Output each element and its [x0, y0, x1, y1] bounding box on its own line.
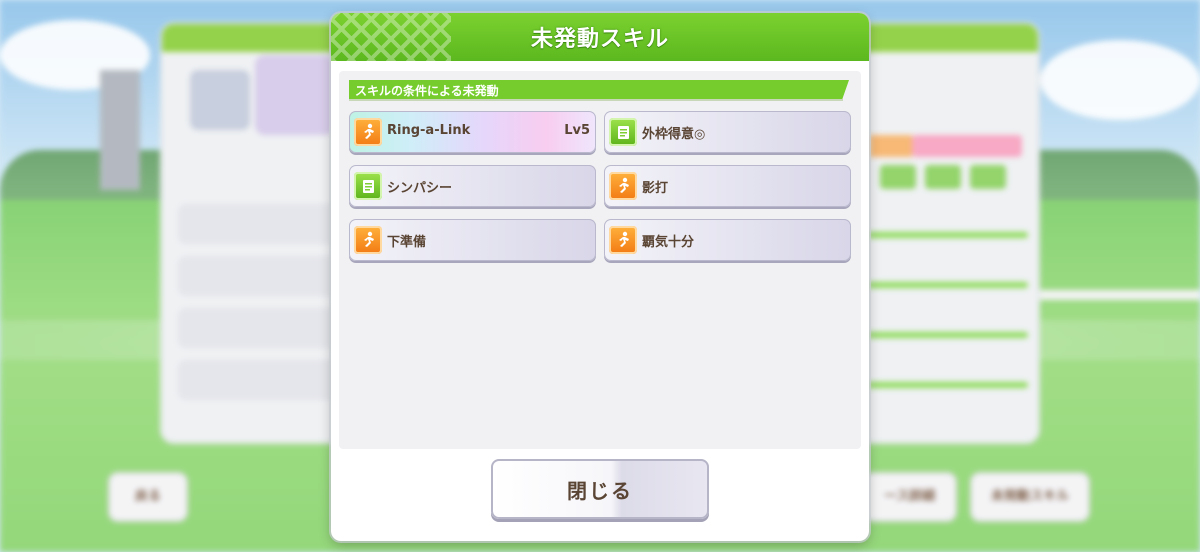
skill-ring-a-link[interactable]: Ring-a-Link Lv5	[349, 111, 596, 153]
skill-name: 覇気十分	[642, 235, 695, 250]
header-diamond-pattern	[331, 13, 451, 61]
close-button-label: 閉じる	[567, 478, 633, 503]
skill-name: 下準備	[387, 235, 427, 250]
dialog-title: 未発動スキル	[530, 27, 669, 52]
skill-name: 影打	[642, 181, 669, 196]
running-icon	[354, 226, 382, 254]
skill-full-spirit[interactable]: 覇気十分	[604, 219, 851, 261]
skill-name: 外枠得意◎	[642, 127, 706, 142]
skill-list-area: スキルの条件による未発動 Ring-a-Link Lv5 外枠得意◎ シンパシー	[339, 71, 861, 449]
skill-preparation[interactable]: 下準備	[349, 219, 596, 261]
section-divider	[349, 99, 843, 101]
running-icon	[609, 226, 637, 254]
unactivated-skills-dialog: 未発動スキル スキルの条件による未発動 Ring-a-Link Lv5 外枠得意…	[331, 13, 869, 541]
running-icon	[354, 118, 382, 146]
running-icon	[609, 172, 637, 200]
skill-name: シンパシー	[387, 181, 453, 196]
section-label: スキルの条件による未発動	[355, 84, 499, 98]
skill-outer-frame-good[interactable]: 外枠得意◎	[604, 111, 851, 153]
skill-name: Ring-a-Link	[387, 123, 471, 138]
skill-sympathy[interactable]: シンパシー	[349, 165, 596, 207]
skill-kageuchi[interactable]: 影打	[604, 165, 851, 207]
dialog-header: 未発動スキル	[331, 13, 869, 61]
skill-level: Lv5	[564, 123, 590, 138]
card-icon	[609, 118, 637, 146]
section-banner: スキルの条件による未発動	[349, 80, 849, 100]
close-button[interactable]: 閉じる	[491, 459, 709, 519]
card-icon	[354, 172, 382, 200]
